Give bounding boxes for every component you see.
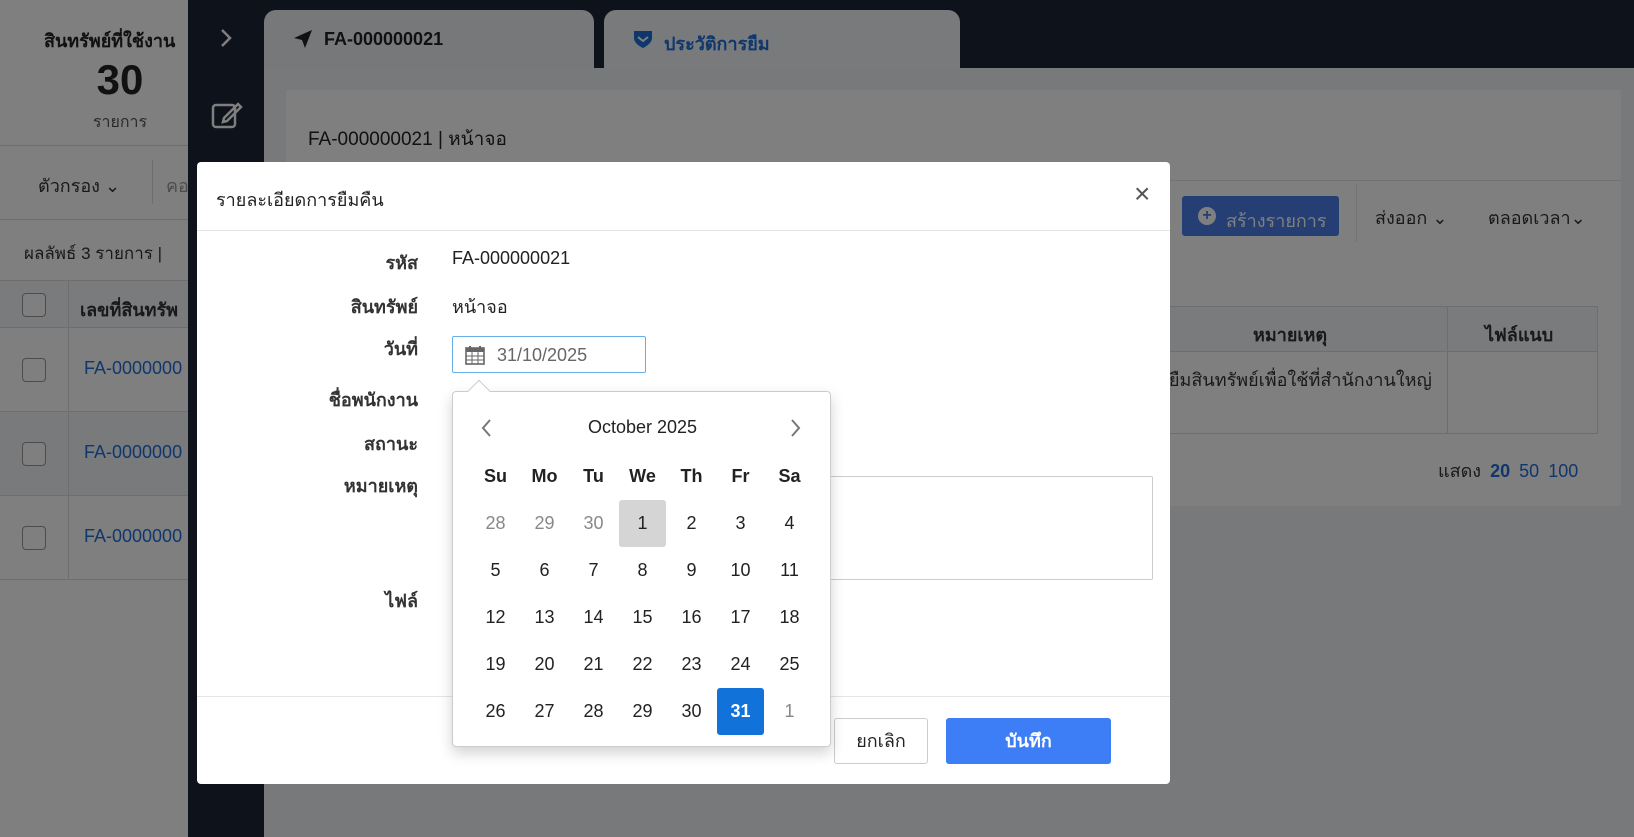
weekday-header: Th: [680, 466, 703, 486]
calendar-day[interactable]: 28: [570, 688, 617, 735]
calendar-day[interactable]: 29: [619, 688, 666, 735]
calendar-day[interactable]: 1: [766, 688, 813, 735]
calendar-day[interactable]: 19: [472, 641, 519, 688]
calendar-day[interactable]: 23: [668, 641, 715, 688]
month-title[interactable]: October 2025: [453, 417, 832, 438]
employee-label: ชื่อพนักงาน: [328, 390, 418, 410]
asset-label: สินทรัพย์: [350, 297, 418, 317]
calendar-day[interactable]: 24: [717, 641, 764, 688]
cancel-button[interactable]: ยกเลิก: [834, 718, 928, 764]
calendar-day[interactable]: 2: [668, 500, 715, 547]
modal-title: รายละเอียดการยืมคืน: [216, 190, 384, 210]
calendar-day[interactable]: 12: [472, 594, 519, 641]
calendar-day[interactable]: 20: [521, 641, 568, 688]
weekday-header: Su: [483, 466, 507, 486]
weekday-header: Tu: [583, 466, 604, 486]
calendar-day[interactable]: 1: [619, 500, 666, 547]
calendar-day[interactable]: 16: [668, 594, 715, 641]
weekday-header: Mo: [531, 466, 558, 486]
save-button[interactable]: บันทึก: [946, 718, 1111, 764]
modal-header: รายละเอียดการยืมคืน ×: [197, 162, 1170, 231]
calendar-day[interactable]: 17: [717, 594, 764, 641]
calendar-day[interactable]: 13: [521, 594, 568, 641]
calendar-day[interactable]: 5: [472, 547, 519, 594]
calendar-day[interactable]: 26: [472, 688, 519, 735]
calendar-icon: [465, 346, 485, 365]
calendar-day[interactable]: 21: [570, 641, 617, 688]
calendar-day[interactable]: 18: [766, 594, 813, 641]
weekday-header: Sa: [778, 466, 801, 486]
calendar-day[interactable]: 30: [570, 500, 617, 547]
code-value: FA-000000021: [452, 248, 571, 268]
calendar-day-selected[interactable]: 31: [717, 688, 764, 735]
close-icon[interactable]: ×: [1134, 180, 1150, 208]
calendar-day[interactable]: 25: [766, 641, 813, 688]
calendar-day[interactable]: 10: [717, 547, 764, 594]
date-input[interactable]: 31/10/2025: [452, 336, 646, 373]
date-value: 31/10/2025: [497, 345, 588, 365]
asset-value: หน้าจอ: [452, 297, 508, 317]
calendar-day[interactable]: 7: [570, 547, 617, 594]
note-label: หมายเหตุ: [343, 476, 418, 496]
file-label: ไฟล์: [385, 591, 418, 611]
calendar-day[interactable]: 30: [668, 688, 715, 735]
date-label: วันที่: [383, 339, 418, 359]
chevron-right-icon[interactable]: [783, 416, 807, 440]
weekday-header: We: [629, 466, 656, 486]
calendar-day[interactable]: 3: [717, 500, 764, 547]
calendar-day[interactable]: 22: [619, 641, 666, 688]
status-label: สถานะ: [364, 434, 418, 454]
calendar-day[interactable]: 14: [570, 594, 617, 641]
code-label: รหัส: [385, 253, 418, 273]
calendar-day[interactable]: 11: [766, 547, 813, 594]
calendar-day[interactable]: 6: [521, 547, 568, 594]
calendar-day[interactable]: 8: [619, 547, 666, 594]
calendar-day[interactable]: 9: [668, 547, 715, 594]
calendar-grid: Su Mo Tu We Th Fr Sa 28 29 30 1 2 3 4 5 6 7 8 9 10 11 12 13 14 1…: [471, 453, 814, 735]
calendar-day[interactable]: 28: [472, 500, 519, 547]
weekday-header: Fr: [731, 466, 750, 486]
datepicker-popup: October 2025 Su Mo Tu We Th Fr Sa 28 29 30 1 2 3 4 5 6 7…: [452, 379, 832, 747]
calendar-day[interactable]: 4: [766, 500, 813, 547]
calendar-day[interactable]: 27: [521, 688, 568, 735]
calendar-day[interactable]: 29: [521, 500, 568, 547]
calendar-day[interactable]: 15: [619, 594, 666, 641]
